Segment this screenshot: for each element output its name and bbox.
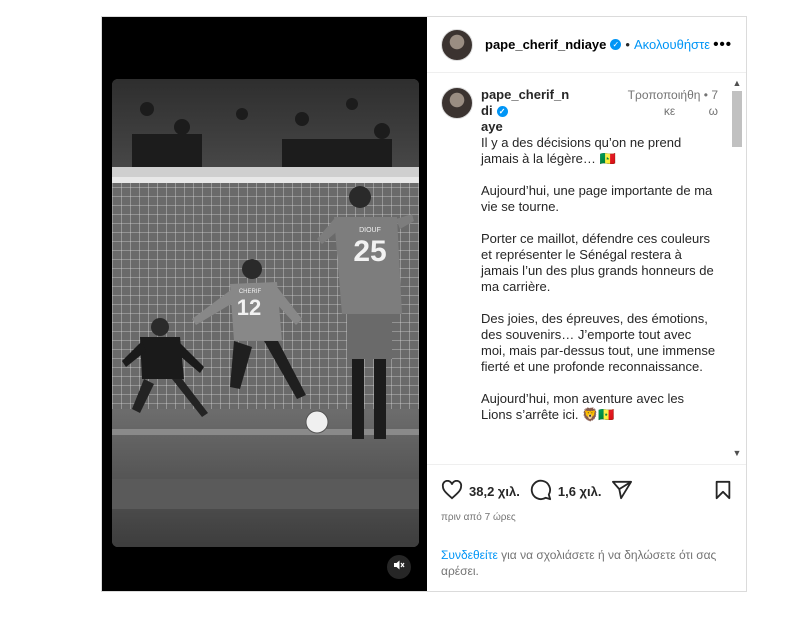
caption-verified-icon: ✓ <box>496 106 508 117</box>
login-link[interactable]: Συνδεθείτε <box>441 548 498 562</box>
caption-paragraph: Aujourd’hui, mon aventure avec les Lions… <box>481 391 685 422</box>
header-separator: • <box>625 37 630 52</box>
caption-age-unit: ω <box>708 104 718 118</box>
verified-icon: ✓ <box>610 39 622 50</box>
like-count: 38,2 χιλ. <box>469 484 520 499</box>
caption-paragraph: Aujourd’hui, une page importante de ma v… <box>481 183 713 214</box>
post-time-ago[interactable]: πριν από 7 ώρες <box>427 504 746 523</box>
caption-username-line1: pape_cherif_ndi <box>481 87 570 118</box>
edited-label: Τροποποιήθη <box>627 88 701 102</box>
edited-label-cont: κε <box>663 104 676 118</box>
caption-paragraph: Des joies, des épreuves, des émotions, d… <box>481 311 716 374</box>
share-icon <box>611 480 633 503</box>
caption-text: Il y a des décisions qu’on ne prend jama… <box>481 135 718 423</box>
like-button[interactable]: 38,2 χιλ. <box>441 479 520 503</box>
mute-button[interactable] <box>387 555 411 579</box>
share-button[interactable] <box>611 480 633 503</box>
scroll-down-icon[interactable]: ▼ <box>730 447 744 459</box>
comment-count: 1,6 χιλ. <box>557 484 602 499</box>
mute-icon <box>393 558 405 576</box>
scrollbar-thumb[interactable] <box>732 91 742 147</box>
instagram-post: 12 CHERIF 25 DIOUF pape_cherif_ndiaye ✓ … <box>101 16 747 592</box>
header-username[interactable]: pape_cherif_ndiaye <box>485 37 606 52</box>
caption-age: 7 <box>711 88 718 102</box>
heart-icon <box>441 479 463 503</box>
caption-dot: • <box>703 88 708 102</box>
jersey-number-25: 25 <box>353 235 386 268</box>
jersey-name-left: CHERIF <box>239 289 262 295</box>
caption-meta: Τροποποιήθη • 7 κε ω <box>577 87 718 119</box>
avatar[interactable] <box>441 28 473 61</box>
post-video-frame[interactable]: 12 CHERIF 25 DIOUF <box>112 79 419 547</box>
comment-button[interactable]: 1,6 χιλ. <box>530 479 602 504</box>
bookmark-icon <box>714 480 732 503</box>
caption-scrollbar[interactable]: ▲ ▼ <box>730 77 744 459</box>
follow-button[interactable]: Ακολουθήστε <box>634 37 710 52</box>
caption-username[interactable]: pape_cherif_ndi ✓ aye <box>481 87 577 135</box>
jersey-number-12: 12 <box>237 295 261 320</box>
caption-paragraph: Il y a des décisions qu’on ne prend jama… <box>481 135 682 166</box>
post-media[interactable]: 12 CHERIF 25 DIOUF <box>102 17 427 591</box>
post-header: pape_cherif_ndiaye ✓ • Ακολουθήστε ••• <box>427 17 746 73</box>
scroll-up-icon[interactable]: ▲ <box>730 77 744 89</box>
football <box>305 410 329 434</box>
caption-paragraph: Porter ce maillot, défendre ces couleurs… <box>481 231 714 294</box>
football-scene-image: 12 CHERIF 25 DIOUF <box>112 79 419 547</box>
caption-avatar[interactable] <box>441 87 473 119</box>
jersey-name-right: DIOUF <box>359 227 381 234</box>
post-sidebar: pape_cherif_ndiaye ✓ • Ακολουθήστε ••• p… <box>427 17 746 591</box>
caption-username-line2: aye <box>481 119 503 134</box>
login-prompt: Συνδεθείτε για να σχολιάσετε ή να δηλώσε… <box>441 547 728 579</box>
action-bar: 38,2 χιλ. 1,6 χιλ. <box>427 465 746 504</box>
save-button[interactable] <box>714 480 732 503</box>
caption-area[interactable]: pape_cherif_ndi ✓ aye Τροποποιήθη • 7 κε … <box>427 73 746 465</box>
more-options-icon[interactable]: ••• <box>713 36 732 53</box>
comment-icon <box>530 479 552 504</box>
